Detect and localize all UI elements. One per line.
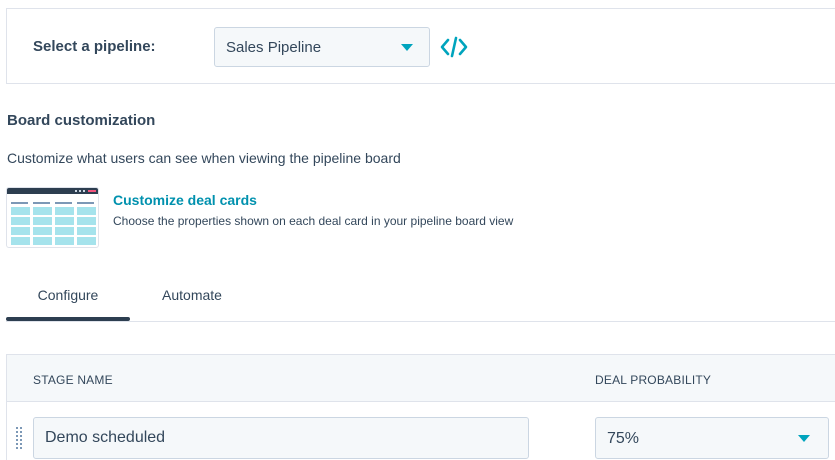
- pipeline-selector-bar: Select a pipeline: Sales Pipeline: [6, 8, 835, 84]
- stage-name-input[interactable]: [33, 417, 529, 459]
- caret-down-icon: [401, 44, 413, 51]
- table-header: STAGE NAME DEAL PROBABILITY: [7, 355, 835, 402]
- tab-automate[interactable]: Automate: [130, 277, 254, 321]
- pipeline-tabs: Configure Automate: [6, 277, 835, 322]
- deal-probability-dropdown[interactable]: 75%: [595, 417, 829, 459]
- pipeline-dropdown-value: Sales Pipeline: [226, 39, 322, 56]
- column-header-deal-probability: DEAL PROBABILITY: [595, 373, 712, 387]
- board-customization-title: Board customization: [7, 112, 156, 129]
- column-header-stage-name: STAGE NAME: [33, 373, 113, 387]
- deal-probability-value: 75%: [607, 430, 640, 447]
- code-embed-icon[interactable]: [440, 35, 468, 59]
- pipeline-label: Select a pipeline:: [33, 38, 156, 55]
- board-customization-description: Customize what users can see when viewin…: [7, 150, 401, 166]
- customize-deal-cards-description: Choose the properties shown on each deal…: [113, 214, 514, 228]
- pipeline-stages-table: STAGE NAME DEAL PROBABILITY 75%: [6, 354, 835, 460]
- deal-card-thumbnail: [6, 187, 99, 248]
- customize-deal-cards-link[interactable]: Customize deal cards: [113, 192, 257, 208]
- active-tab-indicator: [6, 317, 130, 321]
- drag-handle-icon[interactable]: [16, 427, 22, 449]
- caret-down-icon: [798, 435, 810, 442]
- pipeline-dropdown[interactable]: Sales Pipeline: [214, 27, 430, 67]
- tab-configure[interactable]: Configure: [6, 277, 130, 321]
